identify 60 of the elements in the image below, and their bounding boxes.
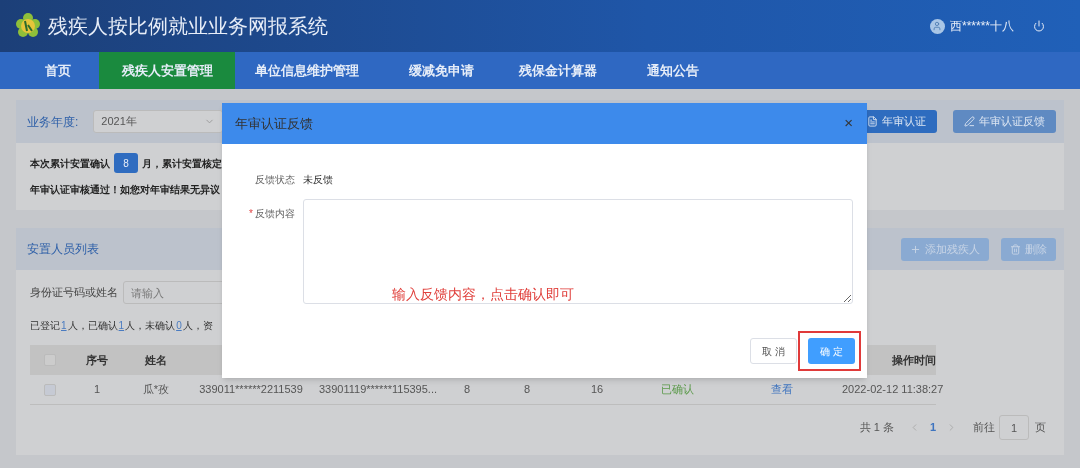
summary-text: 本次累计安置确认 bbox=[30, 156, 110, 171]
avatar-icon[interactable] bbox=[929, 18, 945, 34]
content-label: 反馈内容 bbox=[255, 207, 295, 221]
page-field[interactable]: 1 bbox=[999, 415, 1029, 440]
app-title: 残疾人按比例就业业务网报系统 bbox=[48, 14, 328, 39]
stats-text: 人，资 bbox=[182, 319, 213, 333]
required-mark: * bbox=[249, 207, 253, 221]
toolbar-button[interactable]: 年审认证反馈 bbox=[953, 110, 1056, 133]
nav-tab[interactable]: 单位信息维护管理 bbox=[235, 52, 378, 89]
year-select[interactable]: 2021年 bbox=[93, 110, 224, 133]
column-header: 操作时间 bbox=[892, 352, 936, 368]
pen-icon bbox=[964, 116, 975, 127]
page-unit: 页 bbox=[1035, 420, 1046, 436]
status-label: 反馈状态 bbox=[254, 173, 295, 187]
power-icon[interactable] bbox=[1033, 20, 1045, 32]
status-value: 未反馈 bbox=[303, 173, 333, 187]
table-cell-text: 8 bbox=[523, 382, 531, 398]
checkbox[interactable] bbox=[44, 383, 56, 396]
status-text: 已确认 bbox=[660, 382, 694, 398]
count-link[interactable]: 1 bbox=[60, 318, 68, 333]
count-badge: 8 bbox=[114, 153, 138, 173]
table-cell-text: 33901119******115395... bbox=[318, 382, 438, 398]
summary-text: 月，累计安置核定 bbox=[142, 156, 222, 171]
table-cell-text: 1 bbox=[93, 382, 101, 398]
nav-tab[interactable]: 残保金计算器 bbox=[505, 52, 610, 89]
notice-text: 年审认证审核通过！如您对年审结果无异议 bbox=[30, 183, 220, 197]
logo-icon bbox=[15, 12, 41, 40]
table-cell-text: 8 bbox=[463, 382, 471, 398]
dialog-title: 年审认证反馈 bbox=[235, 114, 313, 133]
nav-tab[interactable]: 通知公告 bbox=[610, 52, 735, 89]
annotation-text: 输入反馈内容，点击确认即可 bbox=[392, 285, 574, 304]
view-link[interactable]: 查看 bbox=[771, 381, 793, 398]
nav-tab[interactable]: 缓减免申请 bbox=[378, 52, 505, 89]
panel-title: 安置人员列表 bbox=[27, 241, 99, 258]
count-link[interactable]: 1 bbox=[117, 318, 126, 333]
document-icon bbox=[867, 116, 878, 127]
total-count: 共 1 条 bbox=[859, 420, 894, 436]
count-link[interactable]: 0 bbox=[175, 318, 183, 333]
confirm-button[interactable]: 确 定 bbox=[808, 338, 855, 364]
table-cell-text: 瓜*孜 bbox=[142, 382, 170, 398]
plus-icon bbox=[910, 243, 921, 255]
table-cell-text: 2022-02-12 11:38:27 bbox=[842, 382, 944, 398]
nav-tab[interactable]: 首页 bbox=[17, 52, 99, 89]
stats-text: 人，已确认 bbox=[67, 319, 118, 333]
close-button[interactable]: × bbox=[844, 112, 853, 135]
column-header: 姓名 bbox=[145, 352, 167, 368]
user-name[interactable]: 西******十八 bbox=[949, 17, 1014, 35]
stats-text: 已登记 bbox=[30, 319, 60, 333]
stats-text: 人，未确认 bbox=[125, 319, 176, 333]
cancel-button[interactable]: 取 消 bbox=[750, 338, 797, 364]
search-label: 身份证号码或姓名 bbox=[30, 285, 118, 301]
goto-label: 前往 bbox=[973, 420, 995, 436]
year-label: 业务年度: bbox=[27, 113, 79, 131]
page-number[interactable]: 1 bbox=[929, 419, 936, 436]
nav-tab[interactable]: 残疾人安置管理 bbox=[99, 52, 235, 89]
column-header: 序号 bbox=[86, 352, 108, 368]
feedback-field[interactable] bbox=[303, 199, 853, 304]
table-cell-text: 339011******2211539 bbox=[199, 382, 303, 398]
table-cell-text: 16 bbox=[590, 382, 604, 398]
trash-icon bbox=[1010, 243, 1021, 255]
